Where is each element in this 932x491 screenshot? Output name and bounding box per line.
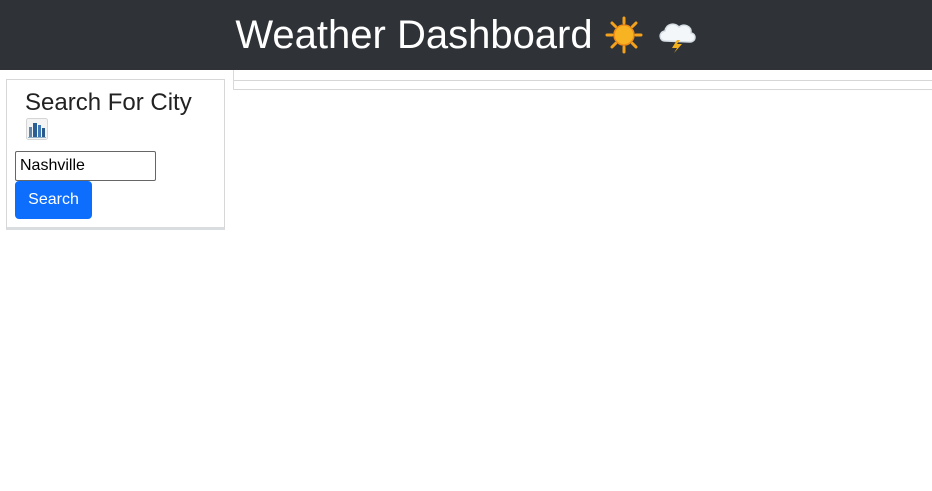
results-bottom-divider (234, 89, 932, 90)
city-search-panel: Search For City Search (6, 79, 225, 230)
city-search-input[interactable] (15, 151, 156, 181)
app-header: Weather Dashboard (0, 0, 932, 70)
page-title: Weather Dashboard (235, 13, 593, 57)
weather-results-area (233, 70, 932, 90)
results-top-divider (234, 80, 932, 81)
search-button[interactable]: Search (15, 181, 92, 219)
storm-cloud-icon (655, 16, 697, 54)
city-icon (26, 118, 48, 140)
search-panel-title: Search For City (25, 89, 192, 116)
header-title-group: Weather Dashboard (235, 15, 696, 55)
sun-icon (605, 16, 643, 54)
